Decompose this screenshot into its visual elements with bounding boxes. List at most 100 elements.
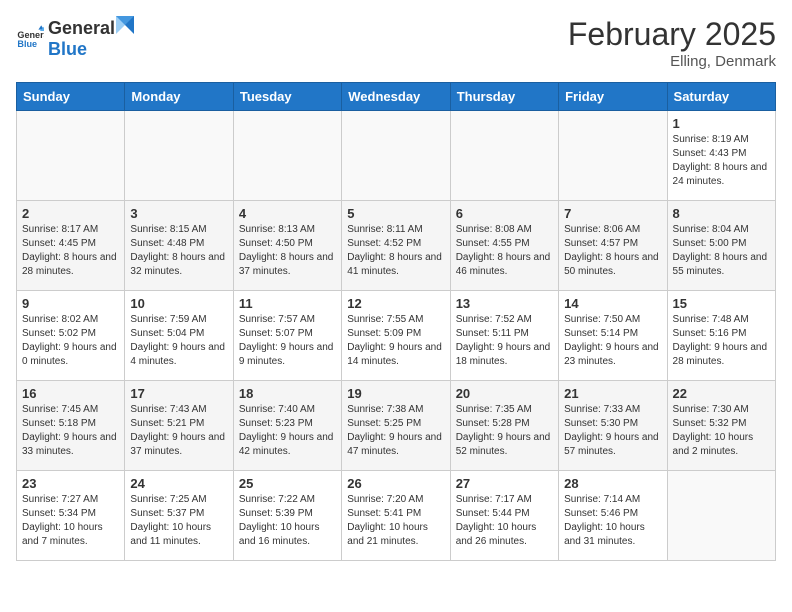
- calendar-cell: 3 Sunrise: 8:15 AMSunset: 4:48 PMDaylight…: [125, 201, 233, 291]
- cell-info: Sunrise: 7:14 AMSunset: 5:46 PMDaylight:…: [564, 493, 661, 549]
- weekday-header-wednesday: Wednesday: [342, 83, 450, 111]
- calendar-cell: 17 Sunrise: 7:43 AMSunset: 5:21 PMDayligh…: [125, 381, 233, 471]
- page-header: General Blue General Blue February 2025 …: [16, 16, 776, 70]
- day-number: 17: [130, 386, 227, 401]
- day-number: 20: [456, 386, 553, 401]
- calendar-cell: [450, 111, 558, 201]
- day-number: 10: [130, 296, 227, 311]
- logo-triangle-icon: [116, 16, 134, 34]
- calendar-cell: 16 Sunrise: 7:45 AMSunset: 5:18 PMDayligh…: [17, 381, 125, 471]
- calendar-cell: 10 Sunrise: 7:59 AMSunset: 5:04 PMDayligh…: [125, 291, 233, 381]
- day-number: 26: [347, 476, 444, 491]
- cell-info: Sunrise: 7:52 AMSunset: 5:11 PMDaylight:…: [456, 313, 553, 369]
- calendar-cell: [17, 111, 125, 201]
- day-number: 21: [564, 386, 661, 401]
- day-number: 16: [22, 386, 119, 401]
- weekday-header-friday: Friday: [559, 83, 667, 111]
- calendar-week-row: 1 Sunrise: 8:19 AMSunset: 4:43 PMDaylight…: [17, 111, 776, 201]
- logo-general-text: General: [48, 18, 115, 39]
- day-number: 3: [130, 206, 227, 221]
- calendar-week-row: 23 Sunrise: 7:27 AMSunset: 5:34 PMDayligh…: [17, 471, 776, 561]
- cell-info: Sunrise: 7:55 AMSunset: 5:09 PMDaylight:…: [347, 313, 444, 369]
- cell-info: Sunrise: 8:19 AMSunset: 4:43 PMDaylight:…: [673, 133, 770, 189]
- calendar-cell: [125, 111, 233, 201]
- calendar-cell: 26 Sunrise: 7:20 AMSunset: 5:41 PMDayligh…: [342, 471, 450, 561]
- day-number: 19: [347, 386, 444, 401]
- cell-info: Sunrise: 7:30 AMSunset: 5:32 PMDaylight:…: [673, 403, 770, 459]
- cell-info: Sunrise: 7:50 AMSunset: 5:14 PMDaylight:…: [564, 313, 661, 369]
- day-number: 22: [673, 386, 770, 401]
- calendar-table: SundayMondayTuesdayWednesdayThursdayFrid…: [16, 82, 776, 561]
- calendar-week-row: 2 Sunrise: 8:17 AMSunset: 4:45 PMDaylight…: [17, 201, 776, 291]
- calendar-cell: [667, 471, 775, 561]
- weekday-header-monday: Monday: [125, 83, 233, 111]
- calendar-cell: 6 Sunrise: 8:08 AMSunset: 4:55 PMDaylight…: [450, 201, 558, 291]
- cell-info: Sunrise: 7:27 AMSunset: 5:34 PMDaylight:…: [22, 493, 119, 549]
- cell-info: Sunrise: 7:20 AMSunset: 5:41 PMDaylight:…: [347, 493, 444, 549]
- cell-info: Sunrise: 7:25 AMSunset: 5:37 PMDaylight:…: [130, 493, 227, 549]
- cell-info: Sunrise: 7:17 AMSunset: 5:44 PMDaylight:…: [456, 493, 553, 549]
- cell-info: Sunrise: 7:40 AMSunset: 5:23 PMDaylight:…: [239, 403, 336, 459]
- logo-blue-text: Blue: [48, 39, 87, 59]
- svg-text:Blue: Blue: [17, 39, 37, 49]
- cell-info: Sunrise: 8:15 AMSunset: 4:48 PMDaylight:…: [130, 223, 227, 279]
- calendar-week-row: 16 Sunrise: 7:45 AMSunset: 5:18 PMDayligh…: [17, 381, 776, 471]
- cell-info: Sunrise: 8:04 AMSunset: 5:00 PMDaylight:…: [673, 223, 770, 279]
- weekday-header-saturday: Saturday: [667, 83, 775, 111]
- calendar-cell: [559, 111, 667, 201]
- calendar-cell: [233, 111, 341, 201]
- calendar-cell: 2 Sunrise: 8:17 AMSunset: 4:45 PMDaylight…: [17, 201, 125, 291]
- cell-info: Sunrise: 7:48 AMSunset: 5:16 PMDaylight:…: [673, 313, 770, 369]
- cell-info: Sunrise: 8:08 AMSunset: 4:55 PMDaylight:…: [456, 223, 553, 279]
- cell-info: Sunrise: 7:57 AMSunset: 5:07 PMDaylight:…: [239, 313, 336, 369]
- cell-info: Sunrise: 7:45 AMSunset: 5:18 PMDaylight:…: [22, 403, 119, 459]
- cell-info: Sunrise: 8:13 AMSunset: 4:50 PMDaylight:…: [239, 223, 336, 279]
- calendar-cell: 15 Sunrise: 7:48 AMSunset: 5:16 PMDayligh…: [667, 291, 775, 381]
- cell-info: Sunrise: 7:22 AMSunset: 5:39 PMDaylight:…: [239, 493, 336, 549]
- weekday-header-tuesday: Tuesday: [233, 83, 341, 111]
- cell-info: Sunrise: 7:59 AMSunset: 5:04 PMDaylight:…: [130, 313, 227, 369]
- calendar-cell: 5 Sunrise: 8:11 AMSunset: 4:52 PMDaylight…: [342, 201, 450, 291]
- calendar-cell: 9 Sunrise: 8:02 AMSunset: 5:02 PMDaylight…: [17, 291, 125, 381]
- calendar-cell: 1 Sunrise: 8:19 AMSunset: 4:43 PMDaylight…: [667, 111, 775, 201]
- day-number: 2: [22, 206, 119, 221]
- cell-info: Sunrise: 7:38 AMSunset: 5:25 PMDaylight:…: [347, 403, 444, 459]
- cell-info: Sunrise: 8:02 AMSunset: 5:02 PMDaylight:…: [22, 313, 119, 369]
- day-number: 23: [22, 476, 119, 491]
- cell-info: Sunrise: 8:17 AMSunset: 4:45 PMDaylight:…: [22, 223, 119, 279]
- calendar-header-row: SundayMondayTuesdayWednesdayThursdayFrid…: [17, 83, 776, 111]
- calendar-cell: 19 Sunrise: 7:38 AMSunset: 5:25 PMDayligh…: [342, 381, 450, 471]
- calendar-cell: 14 Sunrise: 7:50 AMSunset: 5:14 PMDayligh…: [559, 291, 667, 381]
- cell-info: Sunrise: 7:43 AMSunset: 5:21 PMDaylight:…: [130, 403, 227, 459]
- day-number: 13: [456, 296, 553, 311]
- calendar-cell: 28Sunrise: 7:14 AMSunset: 5:46 PMDayligh…: [559, 471, 667, 561]
- day-number: 27: [456, 476, 553, 491]
- day-number: 7: [564, 206, 661, 221]
- day-number: 8: [673, 206, 770, 221]
- cell-info: Sunrise: 7:35 AMSunset: 5:28 PMDaylight:…: [456, 403, 553, 459]
- day-number: 14: [564, 296, 661, 311]
- day-number: 1: [673, 116, 770, 131]
- day-number: 18: [239, 386, 336, 401]
- day-number: 4: [239, 206, 336, 221]
- calendar-cell: 21Sunrise: 7:33 AMSunset: 5:30 PMDayligh…: [559, 381, 667, 471]
- calendar-cell: 18 Sunrise: 7:40 AMSunset: 5:23 PMDayligh…: [233, 381, 341, 471]
- day-number: 9: [22, 296, 119, 311]
- day-number: 6: [456, 206, 553, 221]
- title-block: February 2025 Elling, Denmark: [568, 16, 776, 70]
- weekday-header-sunday: Sunday: [17, 83, 125, 111]
- calendar-cell: 20 Sunrise: 7:35 AMSunset: 5:28 PMDayligh…: [450, 381, 558, 471]
- month-title: February 2025: [568, 16, 776, 53]
- day-number: 12: [347, 296, 444, 311]
- calendar-cell: 8 Sunrise: 8:04 AMSunset: 5:00 PMDaylight…: [667, 201, 775, 291]
- location-text: Elling, Denmark: [568, 53, 776, 70]
- calendar-cell: 11 Sunrise: 7:57 AMSunset: 5:07 PMDayligh…: [233, 291, 341, 381]
- logo: General Blue General Blue: [16, 16, 135, 60]
- calendar-cell: 25Sunrise: 7:22 AMSunset: 5:39 PMDayligh…: [233, 471, 341, 561]
- weekday-header-thursday: Thursday: [450, 83, 558, 111]
- day-number: 5: [347, 206, 444, 221]
- day-number: 15: [673, 296, 770, 311]
- cell-info: Sunrise: 8:11 AMSunset: 4:52 PMDaylight:…: [347, 223, 444, 279]
- day-number: 11: [239, 296, 336, 311]
- calendar-cell: 7Sunrise: 8:06 AMSunset: 4:57 PMDaylight…: [559, 201, 667, 291]
